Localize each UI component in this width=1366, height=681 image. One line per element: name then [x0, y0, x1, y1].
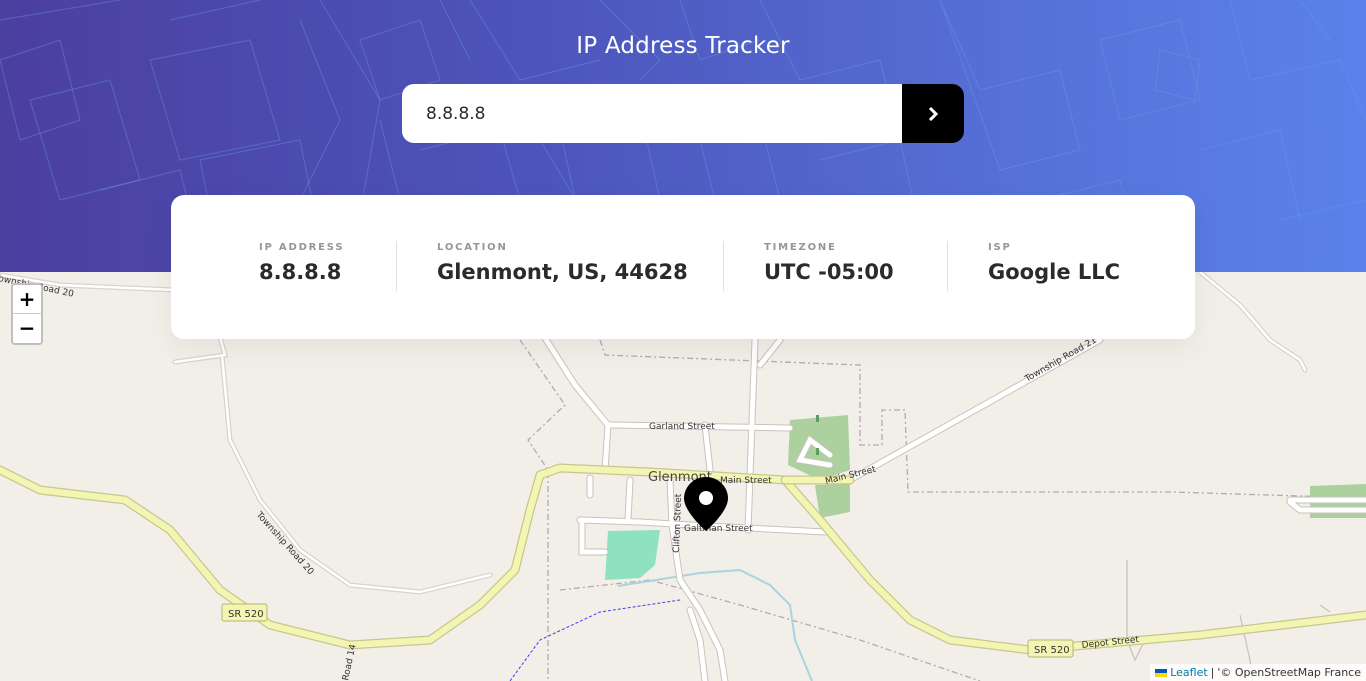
info-divider [947, 241, 948, 291]
location-label: LOCATION [437, 242, 508, 253]
route-shield-sr520-right: SR 520 [1027, 639, 1074, 658]
timezone-label: TIMEZONE [764, 242, 837, 253]
ip-address-info: IP ADDRESS 8.8.8.8 [259, 242, 344, 284]
osm-attribution: '© OpenStreetMap France [1217, 666, 1361, 679]
ip-address-value: 8.8.8.8 [259, 260, 342, 284]
map-attribution: Leaflet | '© OpenStreetMap France [1150, 664, 1366, 681]
zoom-in-button[interactable]: + [13, 285, 41, 314]
zoom-control: + − [11, 283, 43, 345]
map-label: Garland Street [649, 422, 715, 432]
location-pin-icon[interactable] [683, 476, 729, 532]
isp-info: ISP Google LLC [988, 242, 1120, 284]
info-divider [396, 241, 397, 291]
info-divider [723, 241, 724, 291]
ip-info-card: IP ADDRESS 8.8.8.8 LOCATION Glenmont, US… [171, 195, 1195, 339]
attribution-separator: | [1210, 666, 1215, 679]
route-shield-sr520-left: SR 520 [221, 603, 268, 622]
search-submit-button[interactable] [902, 84, 964, 143]
chevron-right-icon [928, 106, 938, 121]
svg-text:SR 520: SR 520 [228, 609, 264, 620]
zoom-out-button[interactable]: − [13, 314, 41, 343]
ip-search-form [402, 84, 964, 143]
isp-value: Google LLC [988, 260, 1121, 284]
ip-search-input[interactable] [402, 84, 902, 143]
location-value: Glenmont, US, 44628 [437, 260, 688, 284]
timezone-value: UTC -05:00 [764, 260, 894, 284]
svg-text:SR 520: SR 520 [1034, 645, 1070, 656]
location-info: LOCATION Glenmont, US, 44628 [437, 242, 688, 284]
page-title: IP Address Tracker [576, 33, 790, 59]
ip-address-label: IP ADDRESS [259, 242, 345, 253]
isp-label: ISP [988, 242, 1012, 253]
timezone-info: TIMEZONE UTC -05:00 [764, 242, 894, 284]
ukraine-flag-icon [1155, 668, 1168, 677]
leaflet-link[interactable]: Leaflet [1170, 666, 1207, 679]
